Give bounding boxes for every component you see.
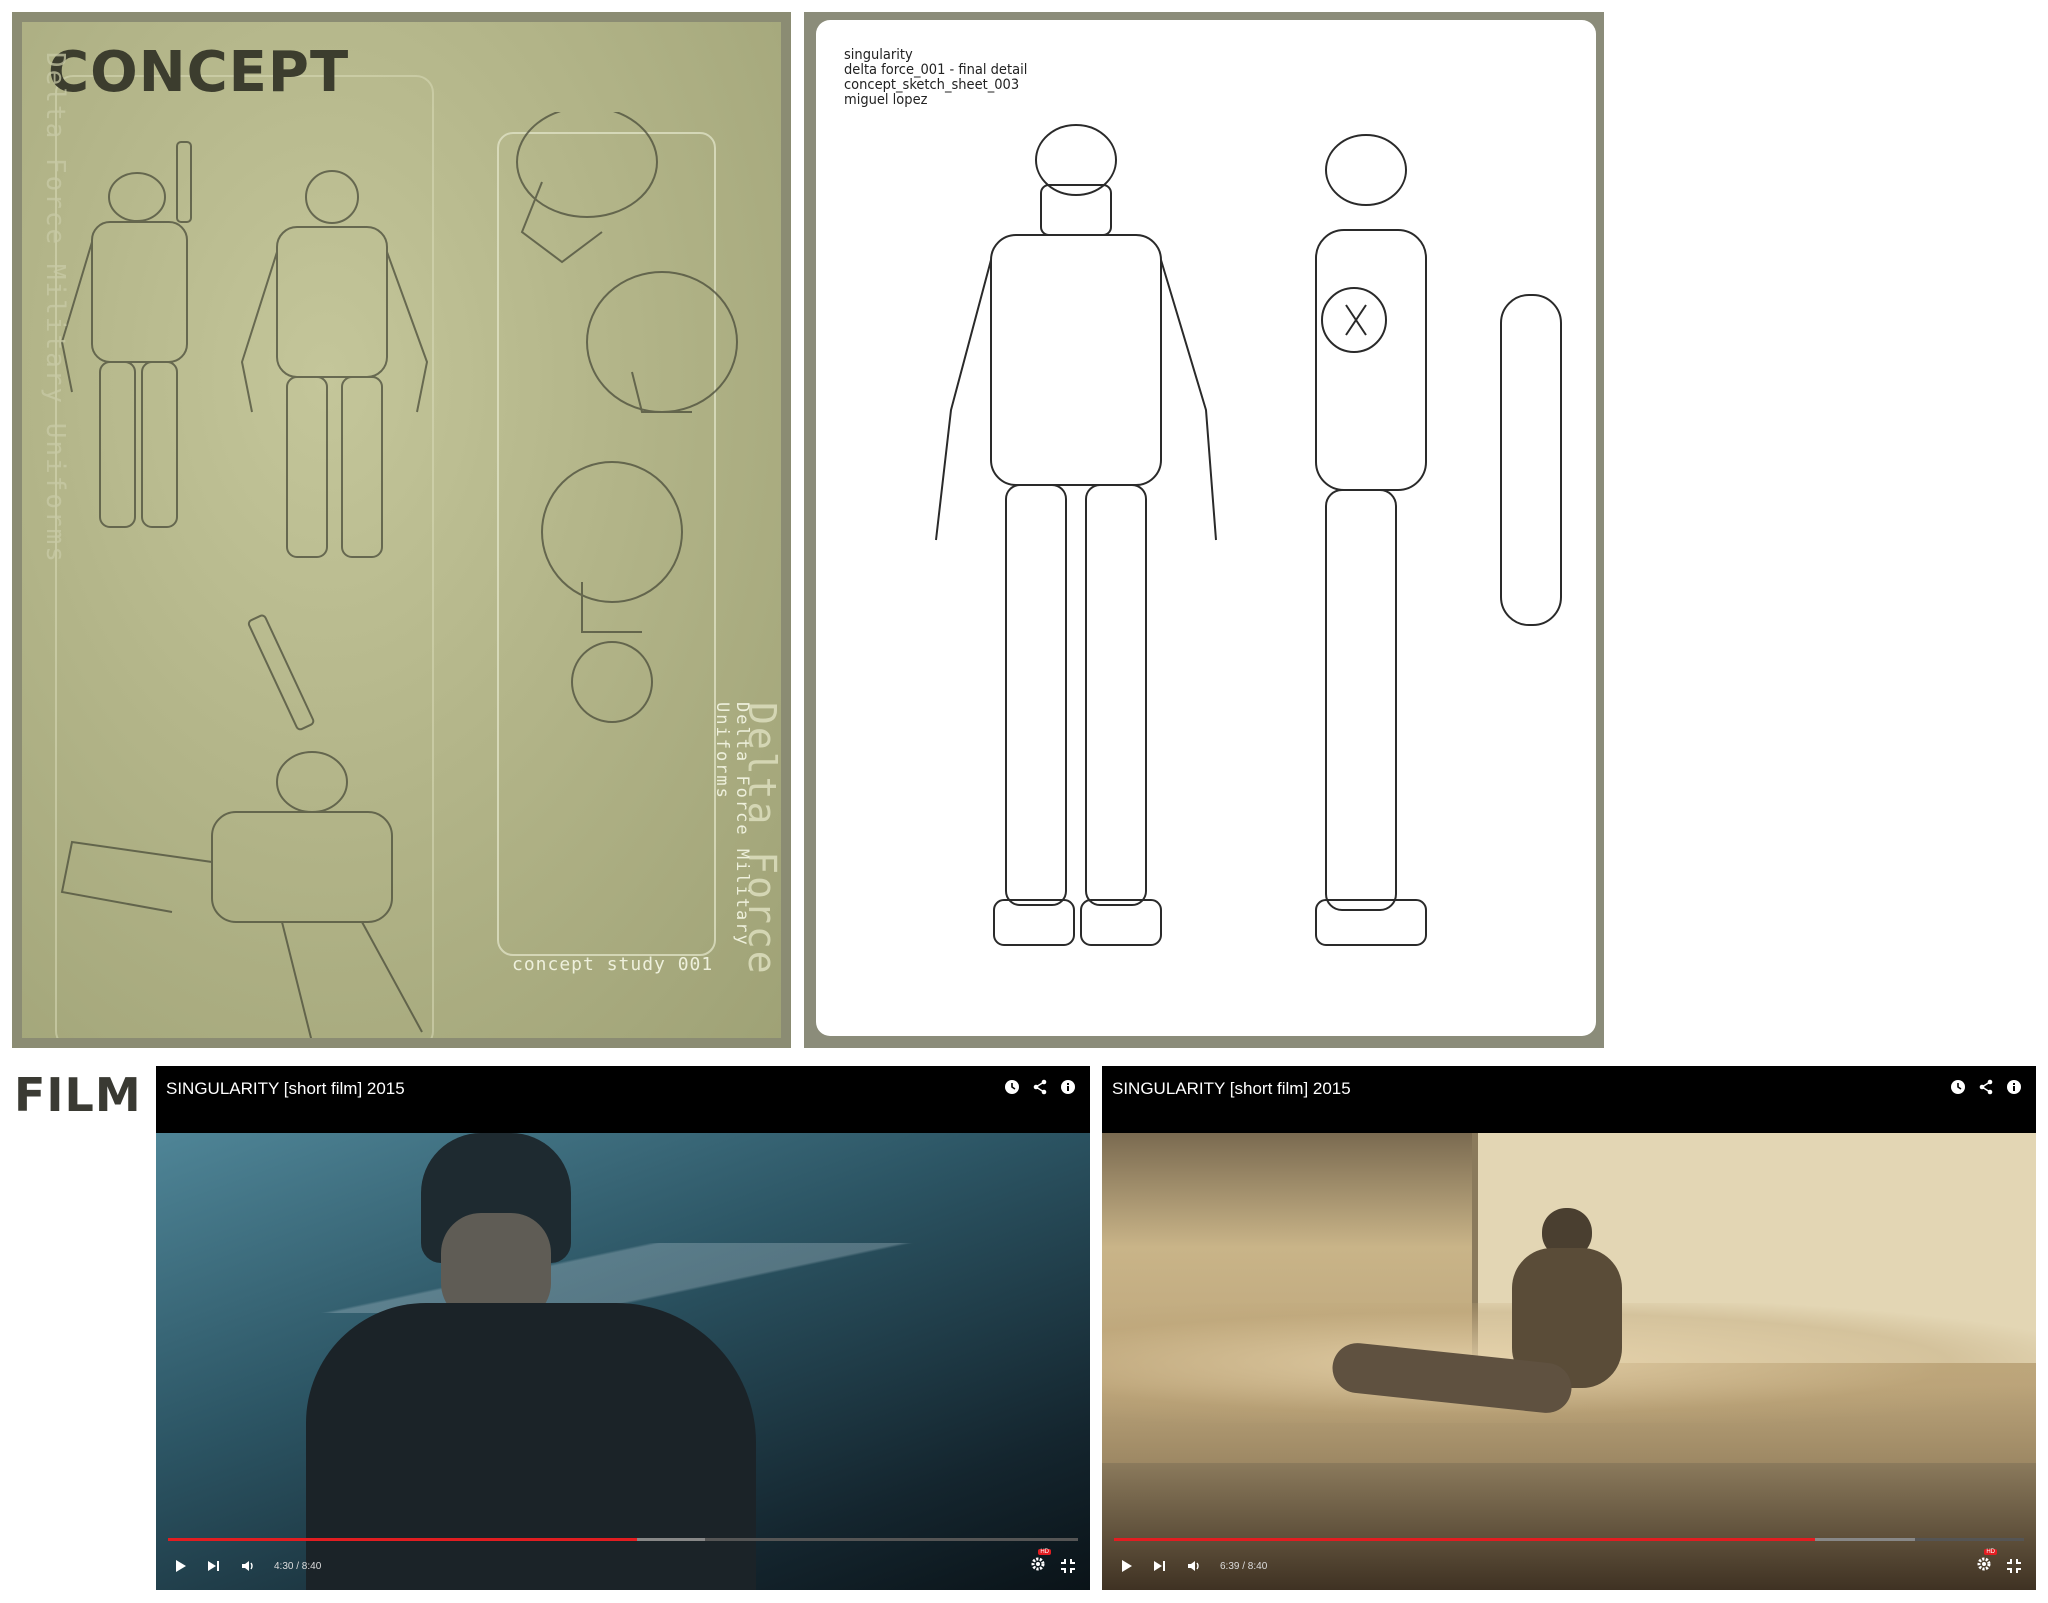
volume-icon[interactable]: [1186, 1558, 1202, 1574]
share-icon[interactable]: [1032, 1079, 1048, 1095]
gear-icon[interactable]: [1030, 1556, 1046, 1572]
video-top-icons: [1950, 1079, 2022, 1095]
hd-badge: HD: [1038, 1548, 1051, 1555]
fullscreen-icon[interactable]: [1060, 1558, 1076, 1574]
vertical-caption-small: Delta Force Military Uniforms: [712, 702, 752, 947]
video-progress-played: [1114, 1538, 1815, 1541]
video-title[interactable]: SINGULARITY [short film] 2015: [166, 1079, 405, 1099]
volume-icon[interactable]: [240, 1558, 256, 1574]
video-controls: 6:39 / 8:40 HD: [1102, 1530, 2036, 1590]
video-player-1[interactable]: SINGULARITY [short film] 2015 4:30 / 8:4…: [156, 1066, 1090, 1590]
sheet-detail-title: delta force_001 - final detail: [844, 62, 1028, 78]
next-icon[interactable]: [1152, 1558, 1168, 1574]
info-icon[interactable]: [1060, 1079, 1076, 1095]
video-frame-soldier-explosion[interactable]: [1102, 1133, 2036, 1590]
video-progress-played: [168, 1538, 637, 1541]
video-control-row: 6:39 / 8:40 HD: [1118, 1548, 2022, 1577]
video-controls: 4:30 / 8:40 HD: [156, 1530, 1090, 1590]
video-control-row: 4:30 / 8:40 HD: [172, 1548, 1076, 1577]
video-frame-soldier-elevator[interactable]: [156, 1133, 1090, 1590]
soldier-sketches-illustration: [60, 112, 738, 1038]
share-icon[interactable]: [1978, 1079, 1994, 1095]
video-time: 6:39 / 8:40: [1220, 1560, 1268, 1572]
sheet-artist-name: miguel lopez: [844, 92, 928, 108]
final-detail-sketch-illustration: [935, 124, 1562, 946]
concept-panel-final-detail: singularity delta force_001 - final deta…: [804, 12, 1604, 1048]
hd-badge: HD: [1984, 1548, 1997, 1555]
play-icon[interactable]: [1118, 1558, 1134, 1574]
clock-icon[interactable]: [1950, 1079, 1966, 1095]
sheet-project-name: singularity: [844, 47, 913, 63]
concept-study-caption: concept study 001: [512, 954, 714, 975]
sheet-file-name: concept_sketch_sheet_003: [844, 77, 1020, 93]
concept-panel-study: CONCEPT Delta Force Military Uniforms De…: [12, 12, 791, 1048]
settings-button[interactable]: HD: [1976, 1548, 1997, 1577]
settings-button[interactable]: HD: [1030, 1548, 1051, 1577]
video-progress-bar[interactable]: [168, 1538, 1078, 1541]
next-icon[interactable]: [206, 1558, 222, 1574]
video-title[interactable]: SINGULARITY [short film] 2015: [1112, 1079, 1351, 1099]
gear-icon[interactable]: [1976, 1556, 1992, 1572]
concept-heading: CONCEPT: [48, 40, 350, 105]
info-icon[interactable]: [2006, 1079, 2022, 1095]
sketch-sheet: singularity delta force_001 - final deta…: [816, 20, 1596, 1036]
vertical-caption-left: Delta Force Military Uniforms: [40, 52, 70, 564]
video-progress-bar[interactable]: [1114, 1538, 2024, 1541]
film-heading: FILM: [14, 1068, 142, 1122]
fullscreen-icon[interactable]: [2006, 1558, 2022, 1574]
sheet-info-block: singularity delta force_001 - final deta…: [844, 48, 1027, 108]
play-icon[interactable]: [172, 1558, 188, 1574]
video-player-2[interactable]: SINGULARITY [short film] 2015 6:39 / 8:4…: [1102, 1066, 2036, 1590]
clock-icon[interactable]: [1004, 1079, 1020, 1095]
video-time: 4:30 / 8:40: [274, 1560, 322, 1572]
video-top-icons: [1004, 1079, 1076, 1095]
